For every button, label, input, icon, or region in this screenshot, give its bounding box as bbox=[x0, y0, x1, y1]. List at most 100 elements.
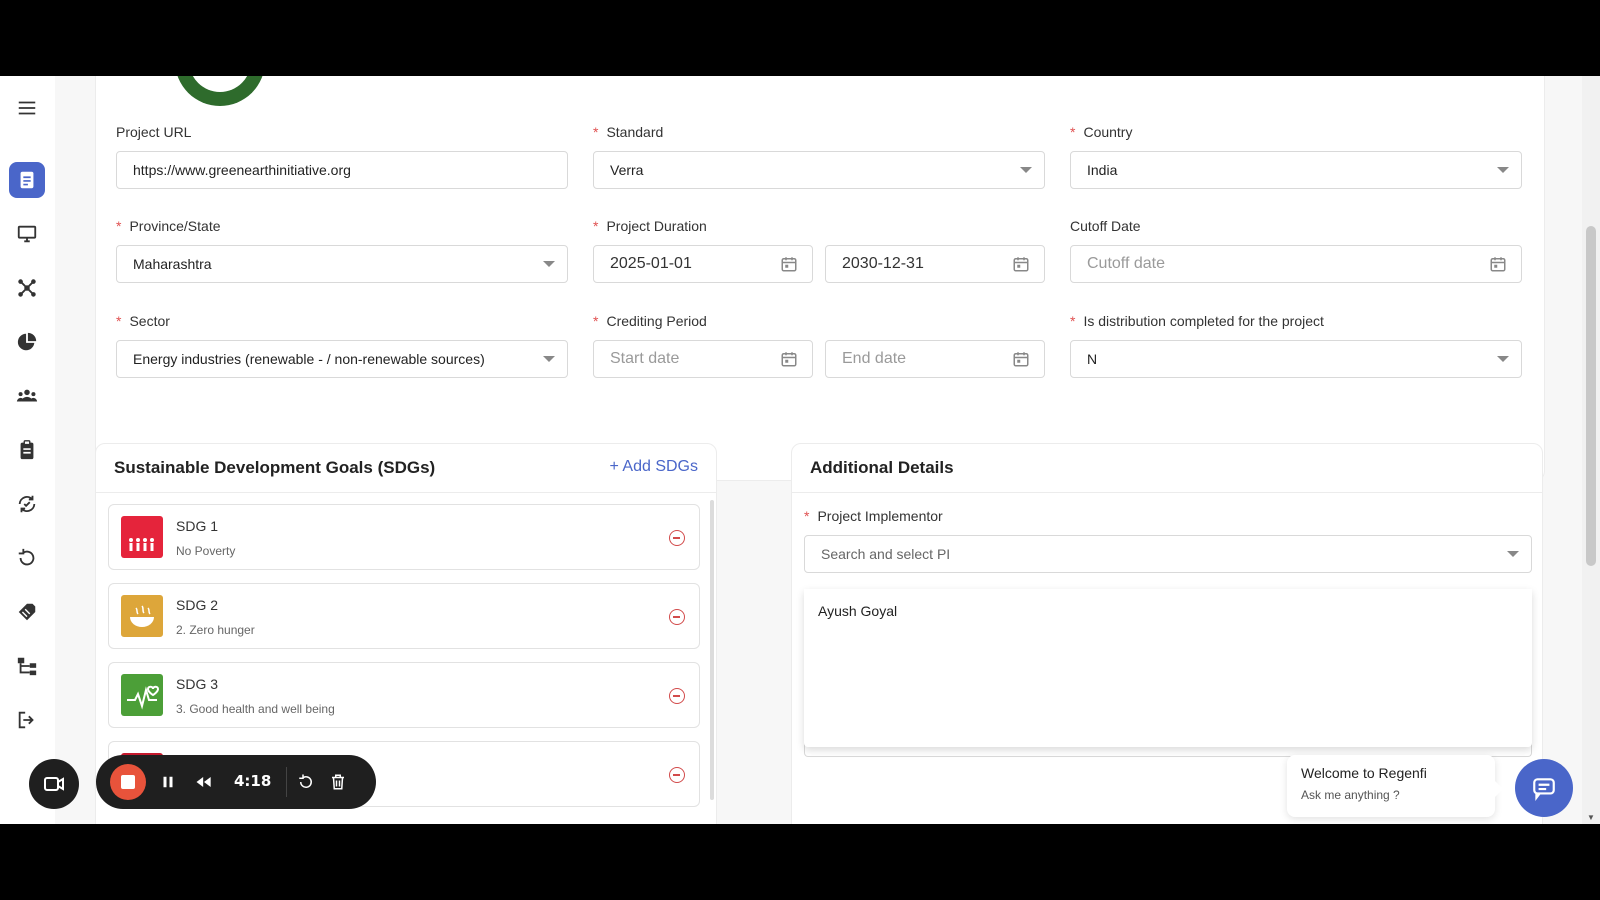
sdg-list-item: SDG 1 No Poverty bbox=[108, 504, 700, 570]
sector-label: * Sector bbox=[116, 313, 170, 329]
sdg-3-icon bbox=[121, 674, 163, 716]
project-implementor-placeholder: Search and select PI bbox=[821, 546, 951, 562]
document-icon[interactable] bbox=[9, 162, 45, 198]
menu-icon[interactable] bbox=[9, 90, 45, 126]
camera-button[interactable] bbox=[29, 759, 79, 809]
remove-circle-icon[interactable] bbox=[669, 767, 685, 783]
sdg-title: SDG 2 bbox=[176, 597, 219, 613]
calendar-icon bbox=[1013, 257, 1029, 272]
remove-circle-icon[interactable] bbox=[669, 530, 685, 546]
sdg-card-title: Sustainable Development Goals (SDGs) bbox=[114, 458, 436, 477]
app-screen: Project URL https://www.greenearthinitia… bbox=[0, 76, 1600, 824]
calendar-icon bbox=[781, 352, 797, 367]
calendar-icon bbox=[1013, 352, 1029, 367]
chevron-down-icon bbox=[1020, 167, 1032, 173]
duration-end-value: 2030-12-31 bbox=[842, 255, 924, 272]
cutoff-date-input[interactable]: Cutoff date bbox=[1070, 245, 1522, 283]
cutoff-date-placeholder: Cutoff date bbox=[1087, 255, 1165, 272]
country-value: India bbox=[1087, 162, 1118, 178]
rewind-icon[interactable] bbox=[192, 770, 216, 794]
recording-toolbar: 4:18 bbox=[96, 755, 376, 809]
duration-end-input[interactable]: 2030-12-31 bbox=[825, 245, 1045, 283]
chat-welcome-bubble[interactable]: Welcome to Regenfi Ask me anything ? bbox=[1287, 755, 1503, 817]
chat-button[interactable] bbox=[1515, 759, 1573, 817]
standard-select[interactable]: Verra bbox=[593, 151, 1045, 189]
country-label: * Country bbox=[1070, 124, 1133, 140]
users-icon[interactable] bbox=[9, 378, 45, 414]
video-letterbox-bottom bbox=[0, 824, 1600, 900]
chevron-down-icon bbox=[543, 356, 555, 362]
sdg-subtitle: 2. Zero hunger bbox=[176, 623, 255, 637]
distribution-value: N bbox=[1087, 351, 1098, 367]
chevron-down-icon bbox=[543, 261, 555, 267]
sdg-2-icon bbox=[121, 595, 163, 637]
project-url-label: Project URL bbox=[116, 124, 192, 140]
standard-value: Verra bbox=[610, 162, 644, 178]
crediting-end-placeholder: End date bbox=[842, 350, 907, 367]
province-select[interactable]: Maharashtra bbox=[116, 245, 568, 283]
sdg-title: SDG 3 bbox=[176, 676, 219, 692]
distribution-select[interactable]: N bbox=[1070, 340, 1522, 378]
divider bbox=[286, 767, 287, 797]
duration-start-value: 2025-01-01 bbox=[610, 255, 692, 272]
duration-start-input[interactable]: 2025-01-01 bbox=[593, 245, 813, 283]
country-select[interactable]: India bbox=[1070, 151, 1522, 189]
monitor-icon[interactable] bbox=[9, 216, 45, 252]
remove-circle-icon[interactable] bbox=[669, 609, 685, 625]
scrollbar-thumb[interactable] bbox=[1586, 226, 1596, 566]
distribution-label: * Is distribution completed for the proje… bbox=[1070, 313, 1324, 329]
sdg-subtitle: 3. Good health and well being bbox=[176, 702, 335, 716]
chevron-down-icon bbox=[1497, 167, 1509, 173]
clipboard-icon[interactable] bbox=[9, 432, 45, 468]
logout-icon[interactable] bbox=[9, 702, 45, 738]
sdg-1-icon bbox=[121, 516, 163, 558]
video-camera-icon bbox=[44, 777, 64, 791]
trash-icon[interactable] bbox=[326, 770, 350, 794]
network-icon[interactable] bbox=[9, 270, 45, 306]
project-implementor-select[interactable]: Search and select PI bbox=[804, 535, 1532, 573]
chat-subtitle: Ask me anything ? bbox=[1301, 788, 1400, 802]
sdg-list-item: SDG 2 2. Zero hunger bbox=[108, 583, 700, 649]
project-url-input[interactable]: https://www.greenearthinitiative.org bbox=[116, 151, 568, 189]
divider bbox=[792, 492, 1542, 493]
chevron-down-icon bbox=[1507, 551, 1519, 557]
restart-icon[interactable] bbox=[294, 770, 318, 794]
cutoff-date-label: Cutoff Date bbox=[1070, 218, 1141, 234]
province-label: * Province/State bbox=[116, 218, 221, 234]
crediting-start-input[interactable]: Start date bbox=[593, 340, 813, 378]
pie-chart-icon[interactable] bbox=[9, 324, 45, 360]
project-implementor-label: * Project Implementor bbox=[804, 508, 943, 524]
implementor-dropdown: Ayush Goyal bbox=[804, 589, 1532, 747]
refresh-icon[interactable] bbox=[9, 540, 45, 576]
sidebar bbox=[0, 76, 55, 824]
hierarchy-icon[interactable] bbox=[9, 648, 45, 684]
scroll-down-arrow-icon[interactable]: ▼ bbox=[1587, 813, 1595, 822]
chevron-down-icon bbox=[1497, 356, 1509, 362]
page-scrollbar[interactable]: ▼ bbox=[1582, 76, 1600, 824]
sdg-subtitle: No Poverty bbox=[176, 544, 236, 558]
stop-recording-button[interactable] bbox=[110, 764, 146, 800]
sector-value: Energy industries (renewable - / non-ren… bbox=[133, 351, 485, 367]
chat-icon bbox=[1533, 778, 1555, 801]
calendar-icon bbox=[781, 257, 797, 272]
pause-icon[interactable] bbox=[156, 770, 180, 794]
sector-select[interactable]: Energy industries (renewable - / non-ren… bbox=[116, 340, 568, 378]
crediting-end-input[interactable]: End date bbox=[825, 340, 1045, 378]
divider bbox=[96, 492, 716, 493]
crediting-period-label: * Crediting Period bbox=[593, 313, 707, 329]
dropdown-option[interactable]: Ayush Goyal bbox=[818, 603, 897, 619]
remove-circle-icon[interactable] bbox=[669, 688, 685, 704]
project-url-value: https://www.greenearthinitiative.org bbox=[133, 162, 351, 178]
tag-icon[interactable] bbox=[9, 594, 45, 630]
standard-label: * Standard bbox=[593, 124, 664, 140]
sdg-list-scrollbar[interactable] bbox=[710, 500, 714, 800]
add-sdgs-button[interactable]: + Add SDGs bbox=[610, 458, 699, 476]
recording-timer: 4:18 bbox=[234, 772, 272, 790]
sdg-title: SDG 1 bbox=[176, 518, 219, 534]
province-value: Maharashtra bbox=[133, 256, 212, 272]
sdg-list-item: SDG 3 3. Good health and well being bbox=[108, 662, 700, 728]
chat-title: Welcome to Regenfi bbox=[1301, 765, 1427, 781]
cycle-check-icon[interactable] bbox=[9, 486, 45, 522]
additional-details-title: Additional Details bbox=[810, 458, 954, 477]
calendar-icon bbox=[1490, 257, 1506, 272]
